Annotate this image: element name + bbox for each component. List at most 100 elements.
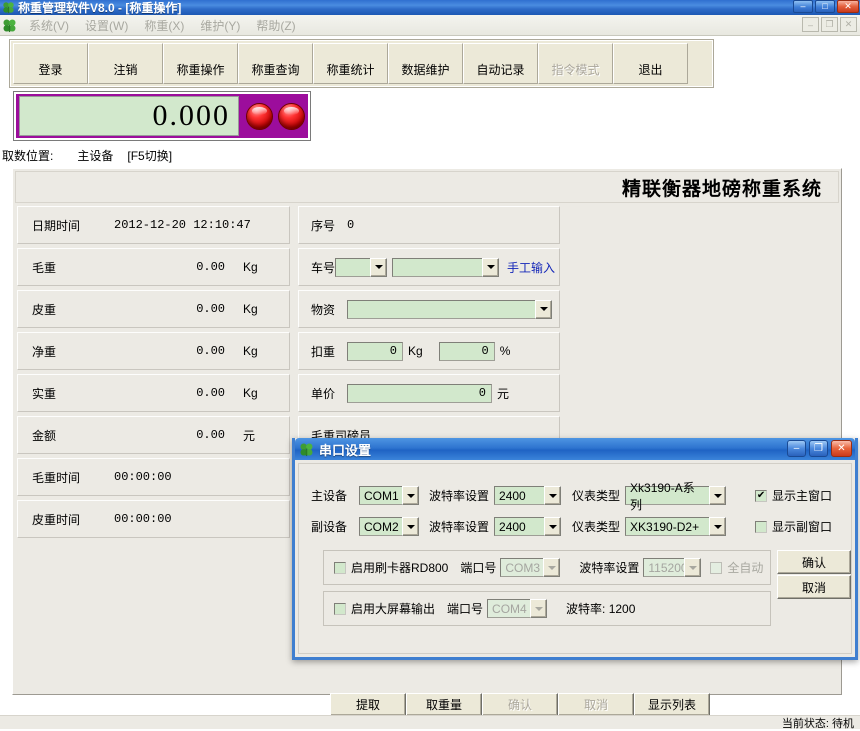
dialog-cancel-button[interactable]: 取消: [777, 575, 851, 599]
actual-weight-label: 实重: [24, 385, 104, 402]
sub-meter-label: 仪表类型: [572, 518, 620, 535]
toolbar-button-login[interactable]: 登录: [13, 43, 88, 84]
app-title-text: 称重管理软件V8.0 - [称重操作]: [18, 0, 181, 15]
menu-item-help[interactable]: 帮助(Z): [248, 15, 303, 36]
deduction-pct-input[interactable]: 0: [439, 342, 495, 361]
dialog-window-controls: – ❐ ✕: [787, 440, 852, 457]
card-baud-label: 波特率设置: [579, 559, 639, 576]
mdi-restore-button[interactable]: ❐: [821, 17, 838, 32]
chevron-down-icon[interactable]: [535, 300, 552, 319]
menu-item-weighing[interactable]: 称重(X): [136, 15, 192, 36]
maximize-button[interactable]: □: [815, 0, 835, 13]
row-deduction: 扣重 0 Kg 0 %: [298, 332, 560, 370]
tare-time-label: 皮重时间: [24, 511, 114, 528]
dialog-confirm-button[interactable]: 确认: [777, 550, 851, 574]
vehicle-number-combo[interactable]: [392, 258, 499, 277]
goods-combo[interactable]: [347, 300, 552, 319]
datetime-value: 2012-12-20 12:10:47: [114, 218, 251, 232]
vehicle-number-value: [392, 258, 482, 277]
minimize-button[interactable]: –: [793, 0, 813, 13]
row-serial-number: 序号 0: [298, 206, 560, 244]
unit-price-unit: 元: [497, 385, 509, 402]
dialog-titlebar: 串口设置 – ❐ ✕: [295, 438, 855, 460]
weight-display-panel: 0.000: [14, 92, 310, 140]
menu-item-settings[interactable]: 设置(W): [77, 15, 136, 36]
amount-label: 金额: [24, 427, 104, 444]
mdi-minimize-button[interactable]: –: [802, 17, 819, 32]
menubar: 系统(V) 设置(W) 称重(X) 维护(Y) 帮助(Z): [0, 15, 860, 36]
source-position-bar: 取数位置: 主设备 [F5切换]: [0, 147, 860, 163]
main-baud-combo[interactable]: 2400: [494, 486, 561, 505]
row-gross-weight: 毛重 0.00 Kg: [17, 248, 290, 286]
menu-clover-icon: [2, 18, 17, 33]
tare-time-value: 00:00:00: [114, 512, 172, 526]
show-sub-window-checkbox[interactable]: ✔ 显示副窗口: [755, 518, 832, 535]
mdi-close-button[interactable]: ✕: [840, 17, 857, 32]
amount-value: 0.00: [104, 428, 243, 442]
dialog-row-sub-device: 副设备 COM2 波特率设置 2400 仪表类型 XK3190-D2+ ✔ 显示…: [311, 517, 832, 536]
deduction-pct-unit: %: [500, 344, 511, 358]
row-tare-time: 皮重时间 00:00:00: [17, 500, 290, 538]
chevron-down-icon[interactable]: [370, 258, 387, 277]
chevron-down-icon[interactable]: [709, 517, 726, 536]
main-device-port-combo[interactable]: COM1: [359, 486, 419, 505]
source-position-hotkey: [F5切换]: [127, 147, 172, 164]
main-device-port-value: COM1: [359, 486, 402, 505]
toolbar-button-weighing-query[interactable]: 称重查询: [238, 43, 313, 84]
chevron-down-icon[interactable]: [709, 486, 726, 505]
chevron-down-icon[interactable]: [544, 517, 561, 536]
deduction-kg-unit: Kg: [408, 344, 423, 358]
manual-input-link[interactable]: 手工输入: [507, 259, 555, 276]
sub-meter-combo[interactable]: XK3190-D2+: [625, 517, 726, 536]
chevron-down-icon[interactable]: [482, 258, 499, 277]
menu-item-system[interactable]: 系统(V): [21, 15, 77, 36]
sub-device-port-combo[interactable]: COM2: [359, 517, 419, 536]
deduction-label: 扣重: [305, 343, 347, 360]
card-reader-group: ✔ 启用刷卡器RD800 端口号 COM3 波特率设置 115200 ✔ 全自动: [323, 550, 771, 585]
datetime-label: 日期时间: [24, 217, 114, 234]
row-vehicle-number: 车号 手工输入: [298, 248, 560, 286]
enable-card-reader-label: 启用刷卡器RD800: [351, 559, 448, 576]
show-main-window-checkbox[interactable]: ✔ 显示主窗口: [755, 487, 832, 504]
full-auto-checkbox: ✔ 全自动: [710, 559, 763, 576]
actual-weight-unit: Kg: [243, 386, 283, 400]
enable-card-reader-checkbox[interactable]: ✔ 启用刷卡器RD800: [334, 559, 448, 576]
toolbar-button-logout[interactable]: 注销: [88, 43, 163, 84]
main-meter-label: 仪表类型: [572, 487, 620, 504]
menu-item-maintenance[interactable]: 维护(Y): [192, 15, 248, 36]
card-baud-value: 115200: [643, 558, 684, 577]
main-meter-combo[interactable]: Xk3190-A系列: [625, 486, 726, 505]
show-list-button[interactable]: 显示列表: [634, 693, 710, 716]
toolbar-button-weighing-stats[interactable]: 称重统计: [313, 43, 388, 84]
dialog-minimize-button[interactable]: –: [787, 440, 806, 457]
dialog-maximize-button[interactable]: ❐: [809, 440, 828, 457]
sub-baud-combo[interactable]: 2400: [494, 517, 561, 536]
goods-value: [347, 300, 535, 319]
row-unit-price: 单价 0 元: [298, 374, 560, 412]
dialog-row-main-device: 主设备 COM1 波特率设置 2400 仪表类型 Xk3190-A系列 ✔ 显示…: [311, 486, 832, 505]
vehicle-prefix-combo[interactable]: [335, 258, 387, 277]
deduction-kg-input[interactable]: 0: [347, 342, 403, 361]
gross-weight-label: 毛重: [24, 259, 104, 276]
toolbar-button-weighing-op[interactable]: 称重操作: [163, 43, 238, 84]
source-position-value: 主设备: [77, 147, 113, 164]
indicator-lamp-1-icon: [246, 103, 273, 130]
enable-big-screen-checkbox[interactable]: ✔ 启用大屏幕输出: [334, 600, 435, 617]
dialog-close-button[interactable]: ✕: [831, 440, 852, 457]
toolbar-button-command-mode: 指令模式: [538, 43, 613, 84]
tare-weight-value: 0.00: [104, 302, 243, 316]
net-weight-unit: Kg: [243, 344, 283, 358]
chevron-down-icon[interactable]: [402, 517, 419, 536]
chevron-down-icon[interactable]: [544, 486, 561, 505]
extract-button[interactable]: 提取: [330, 693, 406, 716]
get-weight-button[interactable]: 取重量: [406, 693, 482, 716]
main-baud-label: 波特率设置: [429, 487, 489, 504]
unit-price-input[interactable]: 0: [347, 384, 492, 403]
status-text: 当前状态: 待机: [782, 715, 854, 731]
toolbar-button-exit[interactable]: 退出: [613, 43, 688, 84]
close-button[interactable]: ✕: [837, 0, 859, 13]
toolbar-button-data-maintenance[interactable]: 数据维护: [388, 43, 463, 84]
toolbar-button-auto-record[interactable]: 自动记录: [463, 43, 538, 84]
chevron-down-icon[interactable]: [402, 486, 419, 505]
app-titlebar: 称重管理软件V8.0 - [称重操作] – □ ✕: [0, 0, 860, 15]
